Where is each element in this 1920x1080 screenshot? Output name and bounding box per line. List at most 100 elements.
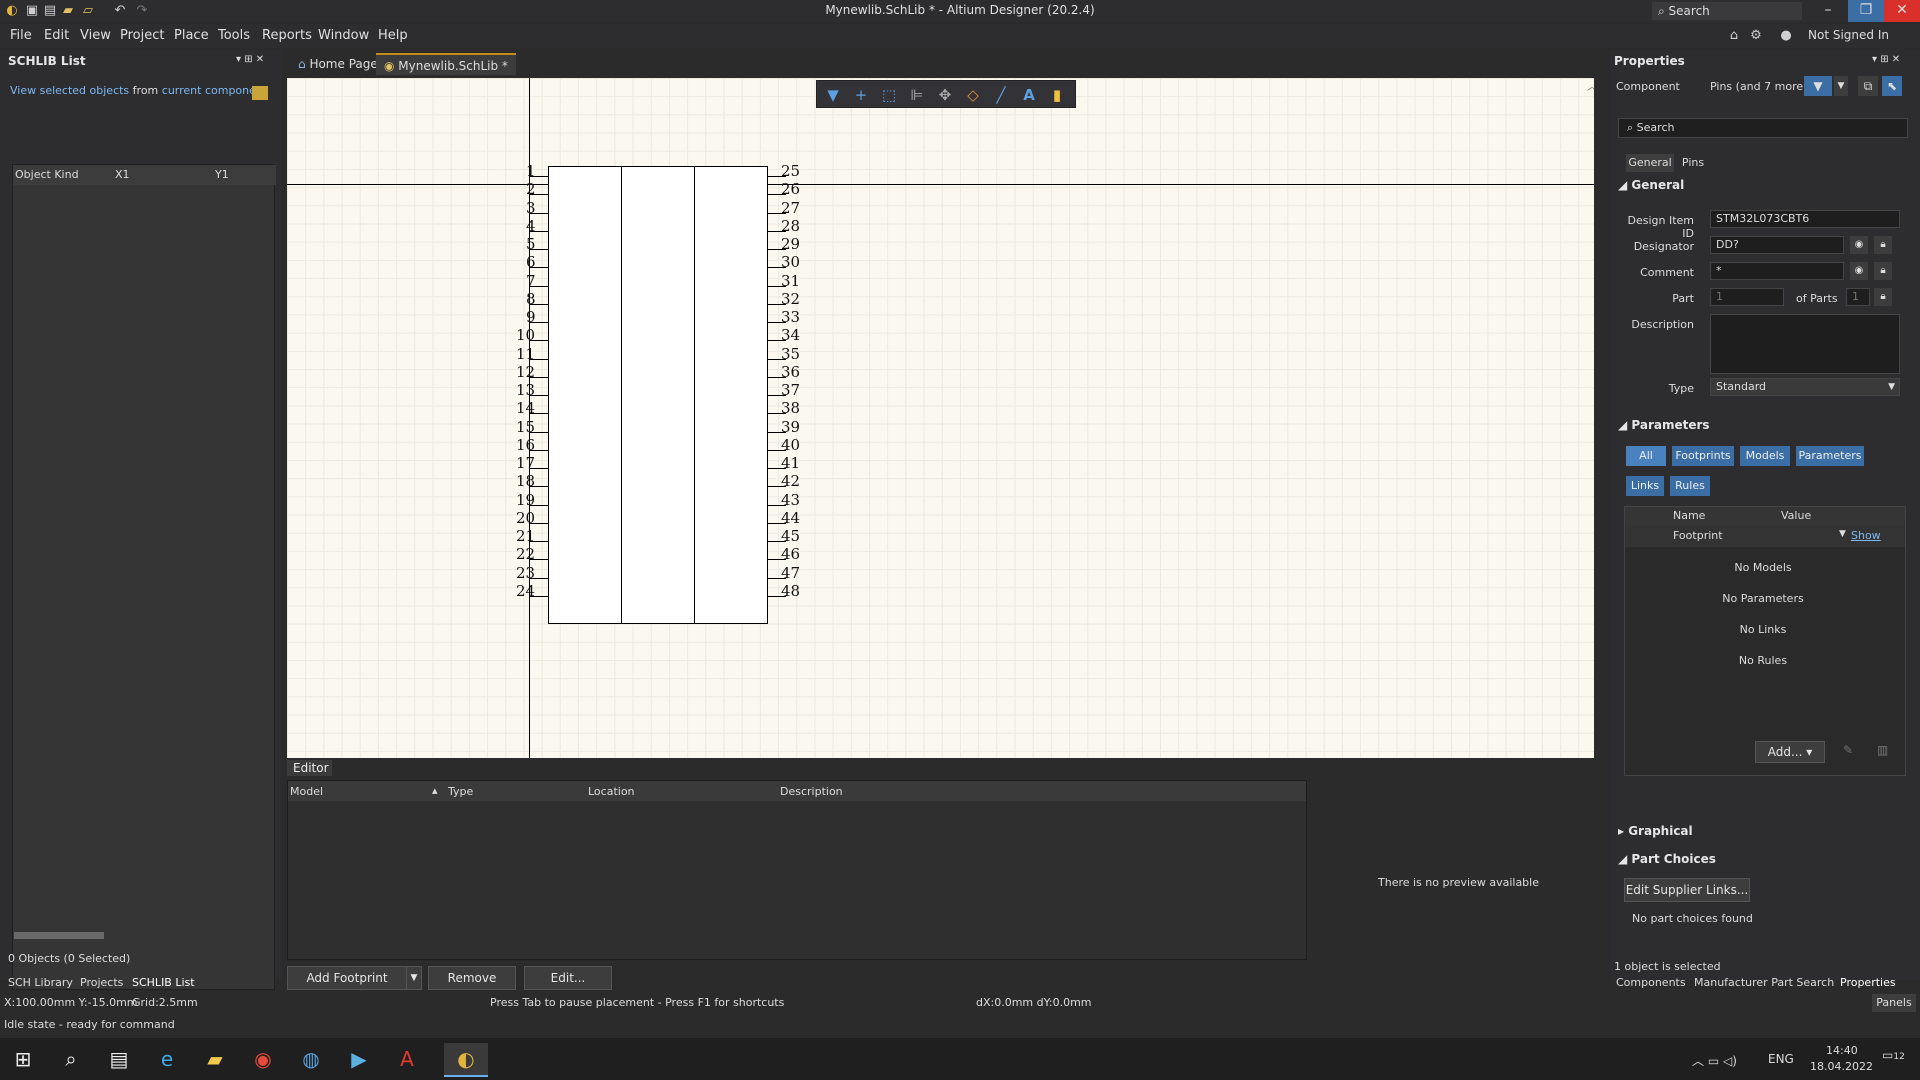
col-description[interactable]: Description	[780, 785, 843, 798]
menu-help[interactable]: Help	[378, 28, 408, 43]
comment-field[interactable]: *	[1710, 262, 1844, 280]
tab-schlib-list[interactable]: SCHLIB List	[132, 976, 195, 989]
copy-icon[interactable]: ⧉	[1858, 76, 1878, 96]
tab-properties[interactable]: Properties	[1840, 976, 1896, 989]
col-type[interactable]: Type	[448, 785, 473, 798]
parameters-section[interactable]: ◢ Parameters	[1618, 418, 1710, 432]
tab-general[interactable]: General	[1626, 154, 1674, 172]
horizontal-scrollbar[interactable]	[14, 932, 104, 939]
part-choices-section[interactable]: ◢ Part Choices	[1618, 852, 1716, 866]
properties-search[interactable]: ⌕ Search	[1618, 118, 1908, 138]
col-location[interactable]: Location	[588, 785, 635, 798]
chevron-down-icon[interactable]: ▼	[1839, 529, 1846, 539]
part-field[interactable]: 1	[1710, 288, 1784, 306]
tab-pins[interactable]: Pins	[1676, 154, 1710, 172]
col-x1[interactable]: X1	[115, 168, 130, 181]
app-icon[interactable]: ◍	[294, 1043, 328, 1077]
clock-time[interactable]: 14:40	[1826, 1044, 1858, 1057]
menu-tools[interactable]: Tools	[218, 28, 250, 43]
edge-icon[interactable]: e	[150, 1043, 184, 1077]
edit-supplier-links-button[interactable]: Edit Supplier Links...	[1624, 878, 1750, 902]
menu-edit[interactable]: Edit	[44, 28, 69, 43]
notification-icon[interactable]: ▭12	[1882, 1048, 1905, 1062]
acrobat-icon[interactable]: A	[390, 1043, 424, 1077]
file-explorer-icon[interactable]: ▰	[198, 1043, 232, 1077]
not-signed-in[interactable]: Not Signed In	[1808, 28, 1889, 42]
general-section[interactable]: ◢ General	[1618, 178, 1684, 192]
tab-mynewlib[interactable]: ◉ Mynewlib.SchLib *	[376, 53, 516, 75]
col-model[interactable]: Model	[290, 785, 323, 798]
show-link[interactable]: Show	[1851, 529, 1881, 542]
eye-icon[interactable]: ◉	[1850, 236, 1868, 254]
menu-file[interactable]: File	[10, 28, 32, 43]
pencil-icon[interactable]: ✎	[1843, 743, 1853, 757]
altium-taskbar-icon[interactable]: ◐	[444, 1043, 488, 1077]
chip-all[interactable]: All	[1626, 446, 1666, 466]
lock-icon[interactable]: 🔒︎	[1874, 236, 1892, 254]
menu-reports[interactable]: Reports	[262, 28, 312, 43]
lock-icon[interactable]: 🔒︎	[1874, 262, 1892, 280]
language-indicator[interactable]: ENG	[1768, 1052, 1794, 1066]
select-icon[interactable]: ⬉	[1882, 76, 1902, 96]
search-icon[interactable]: ⌕	[54, 1043, 88, 1077]
erase-icon[interactable]: ◇	[963, 85, 983, 105]
properties-panel-controls[interactable]: ▾ ⊞ ✕	[1872, 54, 1900, 65]
chip-footprints[interactable]: Footprints	[1672, 446, 1734, 466]
chip-rules[interactable]: Rules	[1670, 476, 1710, 496]
filter-button[interactable]: ▼	[1804, 76, 1832, 96]
crosshair-icon[interactable]: +	[851, 85, 871, 105]
menu-project[interactable]: Project	[120, 28, 164, 43]
chip-models[interactable]: Models	[1740, 446, 1790, 466]
menu-view[interactable]: View	[80, 28, 111, 43]
chrome-icon[interactable]: ◉	[246, 1043, 280, 1077]
panels-button[interactable]: Panels	[1872, 994, 1916, 1012]
col-value[interactable]: Value	[1781, 509, 1811, 522]
minimize-button[interactable]: –	[1810, 0, 1846, 22]
graphical-section[interactable]: ▸ Graphical	[1618, 824, 1693, 838]
col-object-kind[interactable]: Object Kind	[15, 168, 79, 181]
panel-menu-icon[interactable]: ▾ ⊞ ✕	[236, 54, 264, 65]
filter-icon[interactable]: ▼	[823, 85, 843, 105]
editor-label[interactable]: Editor	[287, 760, 332, 776]
note-icon[interactable]: ▮	[1047, 85, 1067, 105]
trash-icon[interactable]: ▥	[1877, 743, 1888, 757]
add-footprint-dropdown[interactable]: ▼	[406, 966, 422, 990]
restore-button[interactable]: ❐	[1848, 0, 1884, 22]
move-icon[interactable]: ✥	[935, 85, 955, 105]
tab-home-page[interactable]: ⌂ Home Page	[290, 53, 386, 75]
remove-button[interactable]: Remove	[428, 966, 516, 990]
edit-button[interactable]: Edit...	[524, 966, 612, 990]
gear-icon[interactable]: ⚙	[1748, 28, 1764, 44]
col-name[interactable]: Name	[1673, 509, 1705, 522]
global-search[interactable]: ⌕ Search	[1652, 2, 1802, 20]
clock-date[interactable]: 18.04.2022	[1810, 1060, 1873, 1073]
add-parameter-button[interactable]: Add... ▾	[1755, 741, 1825, 763]
windows-start-icon[interactable]: ⊞	[6, 1043, 40, 1077]
tab-projects[interactable]: Projects	[80, 976, 123, 989]
filter-dropdown[interactable]: ▼	[1834, 76, 1848, 96]
description-field[interactable]	[1710, 314, 1900, 374]
eye-icon[interactable]: ◉	[1850, 262, 1868, 280]
view-selected-link[interactable]: View selected objects	[10, 84, 129, 97]
object-list[interactable]: Object Kind X1 Y1	[12, 164, 276, 990]
select-rect-icon[interactable]: ⬚	[879, 85, 899, 105]
chip-links[interactable]: Links	[1626, 476, 1664, 496]
tab-components[interactable]: Components	[1616, 976, 1686, 989]
menu-place[interactable]: Place	[174, 28, 209, 43]
component-body[interactable]	[548, 166, 768, 624]
designator-field[interactable]: DD?	[1710, 236, 1844, 254]
align-icon[interactable]: ⊫	[907, 85, 927, 105]
tab-sch-library[interactable]: SCH Library	[8, 976, 73, 989]
tray-icons[interactable]: ︿ ▭ ◁)	[1692, 1052, 1737, 1069]
close-button[interactable]: ✕	[1884, 0, 1920, 22]
add-footprint-button[interactable]: Add Footprint	[287, 966, 407, 990]
design-item-id-field[interactable]: STM32L073CBT6	[1710, 210, 1900, 228]
type-select[interactable]: Standard ▼	[1710, 378, 1900, 396]
terminal-icon[interactable]: ▶	[342, 1043, 376, 1077]
text-icon[interactable]: A	[1019, 85, 1039, 105]
schematic-canvas[interactable]: ︿ 12345678910111213141516171819202122232…	[287, 78, 1594, 758]
scroll-up-icon[interactable]: ︿	[1587, 78, 1594, 93]
account-icon[interactable]: ●	[1778, 28, 1794, 44]
lock-icon[interactable]: 🔒︎	[1874, 288, 1892, 306]
line-icon[interactable]: ╱	[991, 85, 1011, 105]
